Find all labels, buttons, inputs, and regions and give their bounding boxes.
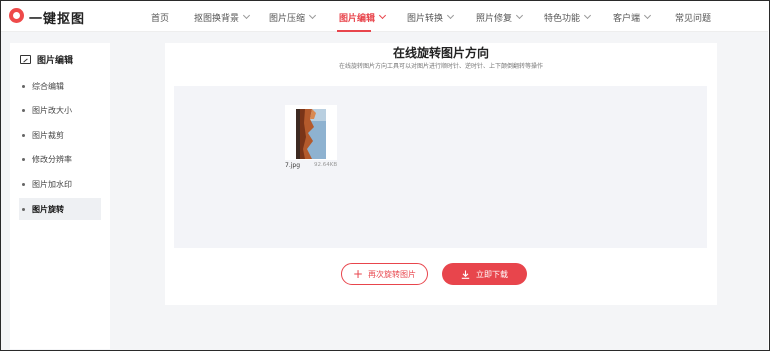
sidebar-item-resize[interactable]: 图片改大小	[19, 99, 101, 121]
chevron-down-icon	[242, 11, 251, 20]
file-name: 7.jpg	[285, 162, 301, 169]
logo-icon[interactable]	[9, 8, 24, 23]
nav-item-cutout[interactable]: 抠图换背景	[194, 11, 251, 24]
file-size: 92.64KB	[314, 162, 338, 168]
bullet-icon	[22, 182, 25, 186]
nav-item-edit[interactable]: 图片编辑	[339, 11, 387, 24]
nav-item-home[interactable]: 首页	[151, 11, 169, 24]
bullet-icon	[22, 108, 25, 112]
sidebar-header: 图片编辑	[20, 53, 73, 66]
sidebar-item-resolution[interactable]: 修改分辨率	[19, 148, 101, 170]
chevron-down-icon	[308, 11, 317, 20]
bullet-icon	[22, 157, 25, 161]
chevron-down-icon	[583, 11, 592, 20]
sidebar-title: 图片编辑	[37, 56, 74, 66]
bullet-icon	[22, 207, 25, 211]
rotated-photo-image	[296, 109, 326, 159]
brand-name[interactable]: 一键抠图	[29, 8, 85, 27]
download-icon	[461, 270, 470, 279]
nav-item-features[interactable]: 特色功能	[544, 11, 592, 24]
plus-icon: +	[352, 267, 364, 281]
chevron-down-icon	[378, 11, 387, 20]
sidebar-item-comprehensive-edit[interactable]: 综合编辑	[19, 75, 101, 97]
chevron-down-icon	[515, 11, 524, 20]
sidebar: 图片编辑 综合编辑 图片改大小 图片裁剪 修改分辨率 图片加水印 图片旋转	[10, 43, 110, 349]
download-button[interactable]: 立即下载	[442, 263, 527, 285]
nav-item-convert[interactable]: 图片转换	[407, 11, 455, 24]
content-card: 在线旋转图片方向 在线旋转图片方向工具可以对图片进行顺时针、逆时针、上下颠倒翻转…	[165, 43, 717, 305]
sidebar-item-watermark[interactable]: 图片加水印	[19, 173, 101, 195]
nav-item-faq[interactable]: 常见问题	[675, 11, 711, 24]
bullet-icon	[22, 133, 25, 137]
page-title: 在线旋转图片方向	[392, 46, 489, 60]
nav-item-compress[interactable]: 图片压缩	[269, 11, 317, 24]
nav-item-repair[interactable]: 照片修复	[476, 11, 524, 24]
sidebar-item-rotate[interactable]: 图片旋转	[19, 198, 101, 220]
chevron-down-icon	[446, 11, 455, 20]
top-navigation-bar: 一键抠图 首页 抠图换背景 图片压缩 图片编辑 图片转换 照片修复 特色功能 客…	[1, 1, 768, 32]
bullet-icon	[22, 84, 25, 88]
edit-image-icon	[20, 55, 31, 64]
image-preview-panel: 7.jpg 92.64KB	[174, 86, 707, 248]
image-thumbnail[interactable]	[285, 105, 337, 160]
sidebar-item-crop[interactable]: 图片裁剪	[19, 124, 101, 146]
nav-item-client[interactable]: 客户端	[613, 11, 652, 24]
chevron-down-icon	[643, 11, 652, 20]
rotate-again-button[interactable]: + 再次旋转图片	[341, 263, 428, 285]
page-subtitle: 在线旋转图片方向工具可以对图片进行顺时针、逆时针、上下颠倒翻转等操作	[338, 63, 543, 70]
